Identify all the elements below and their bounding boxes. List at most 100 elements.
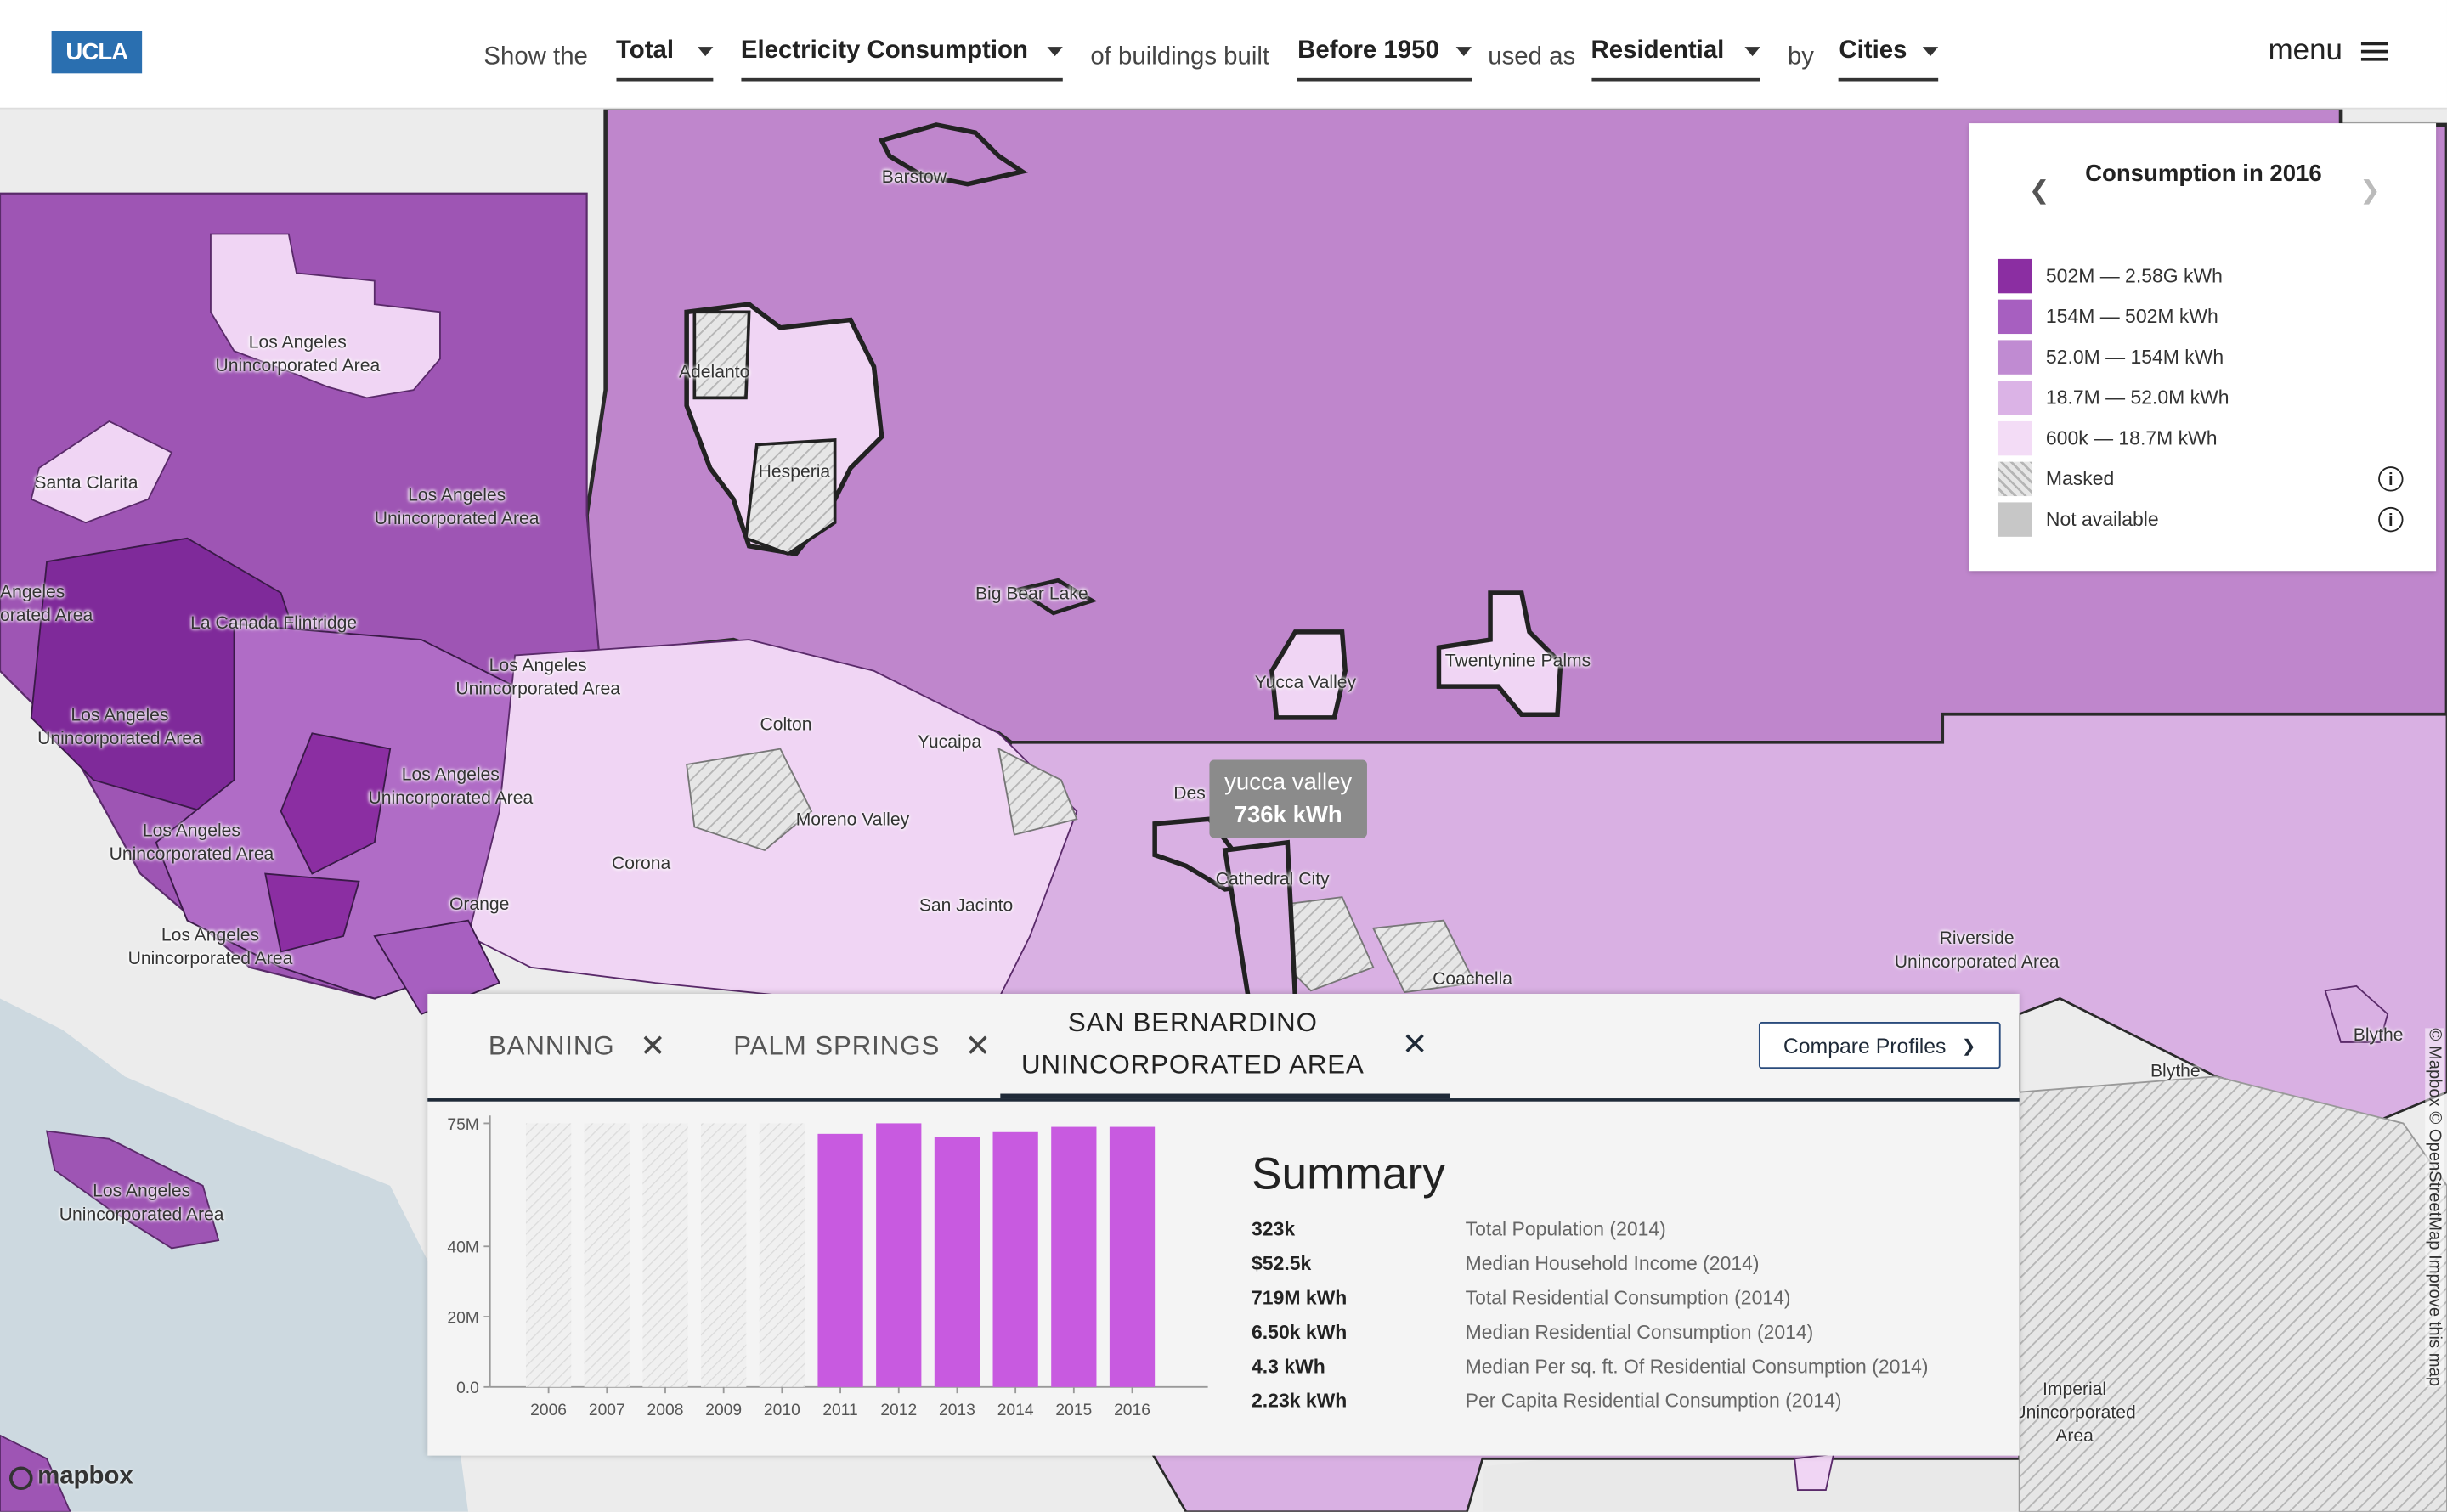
year-built-dropdown[interactable]: Before 1950 bbox=[1297, 34, 1472, 82]
filter-sentence: Show the Total Electricity Consumption o… bbox=[483, 31, 1967, 84]
bar[interactable] bbox=[1109, 1126, 1156, 1387]
y-tick-label: 0.0 bbox=[456, 1379, 479, 1397]
place-label: Riverside Unincorporated Area bbox=[1894, 929, 2060, 973]
consumption-bar-chart: 0.0 20M 40M 75M 2006 2007 2008 2009 2010 2011 2012… bbox=[447, 1115, 1208, 1419]
legend-label: 502M — 2.58G kWh bbox=[2045, 265, 2223, 287]
place-label: Coachella bbox=[1433, 970, 1513, 990]
mapbox-logo[interactable]: mapbox bbox=[9, 1464, 133, 1492]
x-tick-label: 2007 bbox=[589, 1402, 625, 1419]
place-label: Adelanto bbox=[678, 363, 750, 382]
city-imperial-small bbox=[1794, 1453, 1835, 1491]
legend-swatch bbox=[1997, 340, 2032, 375]
tab-san-bernardino[interactable]: SAN BERNARDINO UNINCORPORATED AREA ✕ bbox=[1000, 994, 1450, 1099]
filter-text-used-as: used as bbox=[1488, 43, 1576, 71]
bar[interactable] bbox=[934, 1137, 980, 1387]
bar[interactable] bbox=[876, 1123, 922, 1387]
stat-label: Total Residential Consumption (2014) bbox=[1465, 1287, 1791, 1309]
stat-value: 4.3 kWh bbox=[1252, 1356, 1325, 1378]
legend-item: 600k — 18.7M kWh bbox=[1997, 420, 2218, 456]
tooltip-value: 736k kWh bbox=[1234, 802, 1342, 829]
tab-label: PALM SPRINGS bbox=[733, 1030, 941, 1061]
tab-banning[interactable]: BANNING ✕ bbox=[489, 994, 667, 1098]
chevron-down-icon bbox=[1456, 47, 1472, 57]
place-label: San Jacinto bbox=[918, 897, 1014, 917]
legend-label: 18.7M — 52.0M kWh bbox=[2045, 386, 2229, 409]
filter-text-of-buildings-built: of buildings built bbox=[1090, 43, 1270, 71]
x-tick-label: 2015 bbox=[1055, 1402, 1092, 1419]
x-tick-label: 2014 bbox=[997, 1402, 1034, 1419]
place-label: Blythe bbox=[2150, 1062, 2201, 1081]
place-label: Twentynine Palms bbox=[1444, 652, 1591, 671]
legend-item: 502M — 2.58G kWh bbox=[1997, 258, 2223, 294]
mapbox-icon bbox=[9, 1465, 33, 1490]
legend-panel: ❮ Consumption in 2016 ❯ 502M — 2.58G kWh… bbox=[1969, 123, 2437, 572]
metric-dropdown[interactable]: Electricity Consumption bbox=[740, 34, 1063, 82]
y-tick-label: 20M bbox=[447, 1309, 478, 1327]
legend-label: 154M — 502M kWh bbox=[2045, 305, 2218, 328]
info-icon[interactable]: i bbox=[2378, 466, 2404, 492]
place-label: Imperial Unincorporated Area bbox=[2013, 1380, 2136, 1447]
stat-label: Total Population (2014) bbox=[1465, 1218, 1666, 1241]
aggregation-dropdown[interactable]: Total bbox=[615, 34, 713, 82]
chevron-right-icon[interactable]: ❯ bbox=[2359, 175, 2381, 206]
legend-item: 154M — 502M kWh bbox=[1997, 299, 2218, 335]
y-tick-label: 75M bbox=[447, 1116, 478, 1134]
profile-tabs: BANNING ✕ PALM SPRINGS ✕ SAN BERNARDINO … bbox=[427, 994, 2020, 1102]
legend-swatch bbox=[1997, 420, 2032, 456]
place-label: Los Angeles Unincorporated Area bbox=[374, 487, 540, 529]
legend-label: Not available bbox=[2045, 508, 2159, 531]
x-tick-label: 2012 bbox=[880, 1402, 917, 1419]
bar[interactable] bbox=[817, 1133, 863, 1387]
ucla-logo[interactable]: UCLA bbox=[51, 31, 143, 74]
mapbox-text: mapbox bbox=[37, 1463, 133, 1491]
legend-swatch bbox=[1997, 299, 2032, 335]
tooltip-name: yucca valley bbox=[1224, 769, 1353, 796]
usage-dropdown[interactable]: Residential bbox=[1591, 34, 1760, 82]
menu-button[interactable]: menu bbox=[2269, 34, 2388, 68]
legend-item: 52.0M — 154M kWh bbox=[1997, 340, 2224, 375]
close-icon[interactable]: ✕ bbox=[965, 1027, 992, 1066]
info-icon[interactable]: i bbox=[2378, 506, 2404, 533]
bar-missing bbox=[642, 1123, 688, 1387]
place-label: Hesperia bbox=[758, 463, 831, 482]
close-icon[interactable]: ✕ bbox=[1402, 1024, 1429, 1063]
legend-swatch bbox=[1997, 502, 2032, 537]
chevron-down-icon bbox=[1923, 47, 1939, 57]
place-label: Los Angeles Unincorporated Area bbox=[127, 926, 293, 969]
geography-dropdown[interactable]: Cities bbox=[1839, 34, 1939, 82]
place-label: Los Angeles Unincorporated Area bbox=[455, 657, 621, 699]
legend-swatch bbox=[1997, 258, 2032, 294]
metric-value: Electricity Consumption bbox=[740, 37, 1028, 65]
place-label: Barstow bbox=[881, 168, 947, 188]
bar[interactable] bbox=[992, 1131, 1038, 1387]
tab-palm-springs[interactable]: PALM SPRINGS ✕ bbox=[733, 994, 992, 1098]
x-tick-label: 2013 bbox=[939, 1402, 975, 1419]
close-icon[interactable]: ✕ bbox=[640, 1027, 667, 1066]
tab-label: BANNING bbox=[488, 1030, 615, 1061]
menu-label: menu bbox=[2268, 34, 2342, 67]
place-label: Los Angeles Unincorporated Area bbox=[215, 334, 381, 376]
stat-label: Median Per sq. ft. Of Residential Consum… bbox=[1465, 1356, 1929, 1378]
bar-missing bbox=[525, 1123, 572, 1387]
map-attribution[interactable]: © Mapbox © OpenStreetMap Improve this ma… bbox=[2425, 1028, 2444, 1387]
stat-label: Median Household Income (2014) bbox=[1465, 1252, 1760, 1275]
place-label: Big Bear Lake bbox=[975, 584, 1088, 604]
chevron-down-icon bbox=[1046, 47, 1063, 57]
stat-value: $52.5k bbox=[1252, 1252, 1312, 1275]
x-tick-label: 2011 bbox=[822, 1402, 857, 1419]
place-label: La Canada Flintridge bbox=[190, 614, 358, 634]
place-label: Los Angeles Unincorporated Area bbox=[59, 1182, 224, 1225]
compare-profiles-button[interactable]: Compare Profiles ❯ bbox=[1758, 1022, 2001, 1069]
chevron-down-icon bbox=[697, 47, 713, 57]
geography-value: Cities bbox=[1839, 37, 1907, 65]
bar-missing bbox=[759, 1123, 805, 1387]
legend-swatch bbox=[1997, 381, 2032, 415]
bar[interactable] bbox=[1051, 1126, 1097, 1387]
place-label: Yucca Valley bbox=[1254, 674, 1357, 693]
stat-value: 719M kWh bbox=[1252, 1287, 1348, 1309]
place-label: Yucaipa bbox=[917, 733, 982, 753]
profile-panel: BANNING ✕ PALM SPRINGS ✕ SAN BERNARDINO … bbox=[427, 993, 2020, 1456]
place-label: Corona bbox=[611, 855, 671, 874]
chevron-left-icon[interactable]: ❮ bbox=[2029, 175, 2050, 206]
legend-label: 600k — 18.7M kWh bbox=[2045, 427, 2218, 449]
